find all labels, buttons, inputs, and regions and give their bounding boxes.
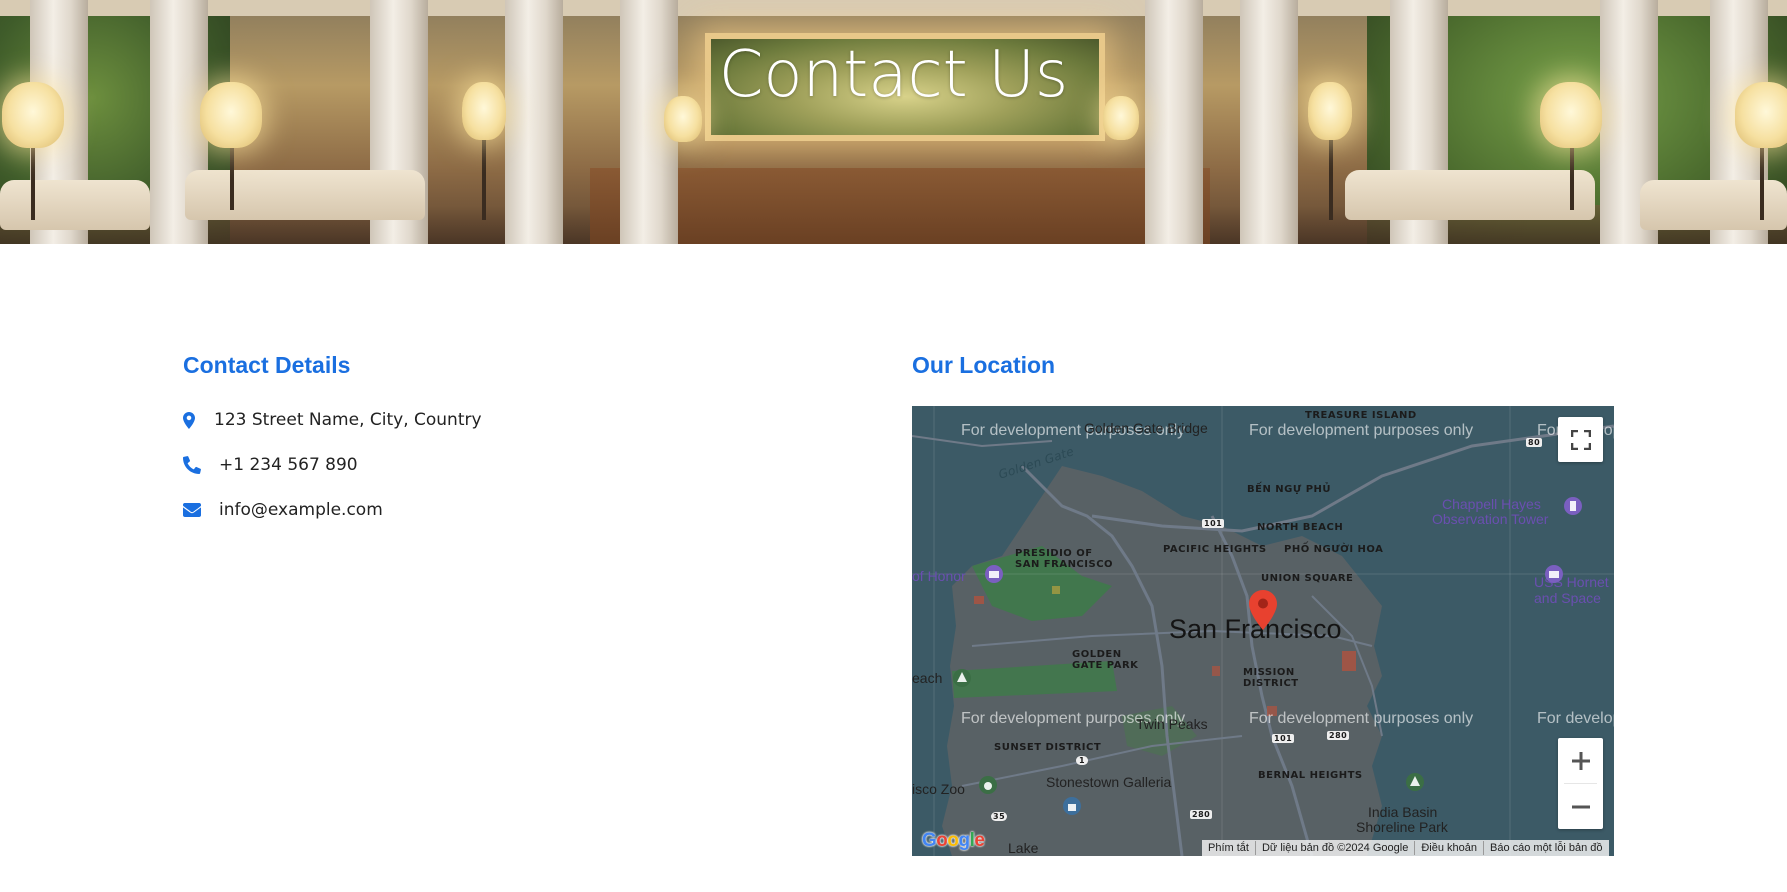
lamp-pole: [1570, 140, 1574, 210]
zoom-controls: [1558, 738, 1603, 829]
map-label: GOLDEN: [1072, 649, 1122, 660]
map-label: Golden Gate Bridge: [1084, 420, 1208, 436]
location-pin-icon[interactable]: [1249, 590, 1277, 630]
fullscreen-button[interactable]: [1558, 417, 1603, 462]
map-label: of Honor: [912, 568, 966, 584]
park-poi-icon[interactable]: [952, 668, 972, 688]
hero-sofa: [0, 180, 150, 230]
museum-poi-icon[interactable]: [984, 564, 1004, 584]
map-label: PACIFIC HEIGHTS: [1163, 544, 1267, 555]
hero-banner: Contact Us: [0, 0, 1787, 244]
route-shield: 280: [1190, 810, 1213, 819]
contact-phone: +1 234 567 890: [183, 453, 358, 477]
zoom-in-button[interactable]: [1558, 738, 1603, 783]
hero-reception-desk: [590, 168, 1210, 244]
zoom-out-button[interactable]: [1558, 784, 1603, 829]
hero-ceiling: [0, 0, 1787, 16]
map-label: PRESIDIO OF: [1015, 548, 1093, 559]
hero-sofa: [185, 170, 425, 220]
route-shield: 101: [1202, 519, 1225, 528]
google-logo[interactable]: Google: [922, 830, 985, 852]
hero-sofa: [1640, 180, 1787, 230]
tower-poi-icon[interactable]: [1563, 496, 1583, 516]
map-label: isco Zoo: [912, 781, 965, 797]
hero-pillar: [1145, 0, 1203, 244]
map-label: DISTRICT: [1243, 678, 1299, 689]
map-label: UNION SQUARE: [1261, 573, 1354, 584]
lamp-pole: [1760, 140, 1764, 220]
map-label: Twin Peaks: [1136, 716, 1208, 732]
contact-email: info@example.com: [183, 498, 383, 522]
minus-icon: [1571, 805, 1590, 808]
lamp-pole: [1329, 140, 1333, 220]
terms-link[interactable]: Điều khoản: [1414, 841, 1483, 855]
dev-watermark: For development purposes only: [1537, 710, 1614, 727]
keyboard-shortcuts-link[interactable]: Phím tắt: [1202, 841, 1255, 855]
route-shield: 80: [1526, 438, 1543, 447]
map-label: each: [912, 670, 943, 686]
our-location-heading: Our Location: [912, 352, 1056, 378]
hero-pillar: [505, 0, 563, 244]
envelope-icon: [183, 500, 203, 520]
map-label: Stonestown Galleria: [1046, 774, 1172, 790]
hero-pillar: [1240, 0, 1298, 244]
contact-details-heading: Contact Details: [183, 352, 351, 378]
report-error-link[interactable]: Báo cáo một lỗi bản đồ: [1482, 841, 1609, 855]
email-link[interactable]: info@example.com: [219, 500, 383, 520]
map-label: NORTH BEACH: [1257, 522, 1344, 533]
map-label: Chappell Hayes: [1442, 496, 1541, 512]
fullscreen-icon: [1570, 429, 1591, 450]
phone-text: +1 234 567 890: [219, 455, 358, 475]
map-label: PHỐ NGƯỜI HOA: [1284, 544, 1384, 555]
map-label: TREASURE ISLAND: [1305, 410, 1417, 421]
lamp-pole: [230, 140, 234, 210]
route-shield: 1: [1076, 756, 1089, 765]
map-marker-icon: [183, 410, 203, 430]
map-label: BERNAL HEIGHTS: [1258, 770, 1363, 781]
museum-poi-icon[interactable]: [1544, 564, 1564, 584]
lamp-pole: [31, 140, 35, 220]
page-title: Contact Us: [718, 38, 1069, 112]
google-map[interactable]: For development purposes only For develo…: [912, 406, 1614, 856]
map-label: Observation Tower: [1432, 511, 1549, 527]
shopping-poi-icon[interactable]: [1062, 796, 1082, 816]
map-label: MISSION: [1243, 667, 1295, 678]
map-label: SUNSET DISTRICT: [994, 742, 1102, 753]
map-label: Shoreline Park: [1356, 819, 1448, 835]
map-label: SAN FRANCISCO: [1015, 559, 1114, 570]
map-label: Lake: [1008, 840, 1039, 856]
plus-icon: [1571, 751, 1590, 770]
map-label: GATE PARK: [1072, 660, 1139, 671]
contact-address: 123 Street Name, City, Country: [183, 408, 482, 432]
lamp-pole: [482, 140, 486, 220]
map-attribution: Phím tắt Dữ liệu bản đồ ©2024 Google Điề…: [1202, 840, 1609, 856]
phone-icon: [183, 455, 203, 475]
route-shield: 101: [1272, 734, 1295, 743]
route-shield: 280: [1327, 731, 1350, 740]
dev-watermark: For development purposes only: [1249, 422, 1474, 439]
map-label: India Basin: [1368, 804, 1438, 820]
dev-watermark: For development purposes only: [1249, 710, 1474, 727]
map-label: and Space: [1534, 590, 1601, 606]
map-data-credit: Dữ liệu bản đồ ©2024 Google: [1254, 841, 1414, 855]
map-label: BẾN NGỰ PHỦ: [1247, 484, 1332, 495]
route-shield: 35: [991, 812, 1008, 821]
zoo-poi-icon[interactable]: [978, 775, 998, 795]
hero-sofa: [1345, 170, 1595, 220]
address-text: 123 Street Name, City, Country: [214, 410, 482, 430]
park-poi-icon[interactable]: [1405, 772, 1425, 792]
